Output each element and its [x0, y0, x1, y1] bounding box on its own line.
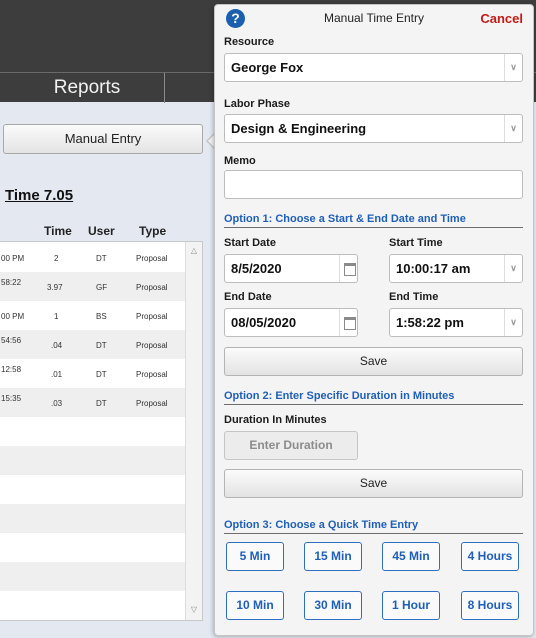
cell-user: DT	[96, 341, 107, 350]
cell-clipped: 00 PM	[1, 312, 25, 321]
total-time-link[interactable]: Time 7.05	[5, 187, 73, 204]
start-date-label: Start Date	[224, 237, 276, 249]
quick-30-min-button[interactable]: 30 Min	[304, 591, 362, 620]
cell-type: Proposal	[136, 399, 168, 408]
chevron-down-icon: ∨	[504, 309, 522, 336]
cell-type: Proposal	[136, 283, 168, 292]
table-row-empty	[0, 504, 185, 533]
column-header-user[interactable]: User	[88, 224, 115, 238]
cell-time: .04	[51, 341, 63, 350]
table-row-empty	[0, 475, 185, 504]
start-date-value: 8/5/2020	[231, 261, 282, 276]
calendar-icon[interactable]	[339, 309, 357, 336]
calendar-icon[interactable]	[339, 255, 357, 282]
labor-phase-select[interactable]: Design & Engineering ∨	[224, 114, 523, 143]
end-time-value: 1:58:22 pm	[396, 315, 464, 330]
end-date-value: 08/05/2020	[231, 315, 297, 330]
resource-select[interactable]: George Fox ∨	[224, 53, 523, 82]
grid-scrollbar[interactable]: △ ▽	[185, 242, 202, 620]
table-row-empty	[0, 417, 185, 446]
quick-15-min-button[interactable]: 15 Min	[304, 542, 362, 571]
tab-reports[interactable]: Reports	[0, 73, 165, 103]
start-time-value: 10:00:17 am	[396, 261, 471, 276]
cell-type: Proposal	[136, 341, 168, 350]
end-time-select[interactable]: 1:58:22 pm ∨	[389, 308, 523, 337]
cell-time: 3.97	[47, 283, 63, 292]
cancel-button[interactable]: Cancel	[480, 11, 523, 26]
labor-phase-label: Labor Phase	[224, 98, 291, 110]
memo-label: Memo	[224, 155, 256, 167]
memo-input[interactable]	[224, 170, 523, 199]
cell-clipped: 58:22	[1, 278, 22, 287]
table-row[interactable]: 15:35 .03 DT Proposal	[0, 388, 185, 417]
duration-label: Duration In Minutes	[224, 414, 327, 426]
time-entries-grid: 00 PM 2 DT Proposal 58:22 3.97 GF Propos…	[0, 241, 203, 621]
labor-phase-value: Design & Engineering	[231, 121, 367, 136]
cell-type: Proposal	[136, 254, 168, 263]
table-row-empty	[0, 533, 185, 562]
option3-heading: Option 3: Choose a Quick Time Entry	[224, 519, 523, 534]
table-row[interactable]: 58:22 3.97 GF Proposal	[0, 272, 185, 301]
column-header-type[interactable]: Type	[139, 224, 166, 238]
cell-clipped: 15:35	[1, 394, 22, 403]
cell-clipped: 12:58	[1, 365, 22, 374]
cell-time: 1	[54, 312, 59, 321]
resource-value: George Fox	[231, 60, 304, 75]
end-date-input[interactable]: 08/05/2020	[224, 308, 358, 337]
option2-heading: Option 2: Enter Specific Duration in Min…	[224, 390, 523, 405]
scroll-up-icon[interactable]: △	[188, 245, 200, 257]
table-row[interactable]: 12:58 .01 DT Proposal	[0, 359, 185, 388]
cell-time: 2	[54, 254, 59, 263]
option1-heading: Option 1: Choose a Start & End Date and …	[224, 213, 523, 228]
start-time-select[interactable]: 10:00:17 am ∨	[389, 254, 523, 283]
start-time-label: Start Time	[389, 237, 443, 249]
quick-1-hour-button[interactable]: 1 Hour	[382, 591, 440, 620]
table-row-empty	[0, 446, 185, 475]
end-time-label: End Time	[389, 291, 439, 303]
quick-4-hours-button[interactable]: 4 Hours	[461, 542, 519, 571]
quick-45-min-button[interactable]: 45 Min	[382, 542, 440, 571]
quick-10-min-button[interactable]: 10 Min	[226, 591, 284, 620]
cell-type: Proposal	[136, 312, 168, 321]
save-dates-button[interactable]: Save	[224, 347, 523, 376]
table-row[interactable]: 54:56 .04 DT Proposal	[0, 330, 185, 359]
cell-user: BS	[96, 312, 107, 321]
chevron-down-icon: ∨	[504, 255, 522, 282]
cell-clipped: 00 PM	[1, 254, 25, 263]
table-row[interactable]: 00 PM 2 DT Proposal	[0, 243, 185, 272]
table-row[interactable]: 00 PM 1 BS Proposal	[0, 301, 185, 330]
chevron-down-icon: ∨	[504, 54, 522, 81]
cell-user: DT	[96, 254, 107, 263]
start-date-input[interactable]: 8/5/2020	[224, 254, 358, 283]
cell-clipped: 54:56	[1, 336, 22, 345]
help-icon[interactable]: ?	[226, 9, 245, 28]
scroll-down-icon[interactable]: ▽	[188, 604, 200, 616]
enter-duration-button[interactable]: Enter Duration	[224, 431, 358, 460]
end-date-label: End Date	[224, 291, 272, 303]
table-row-empty	[0, 591, 185, 620]
cell-type: Proposal	[136, 370, 168, 379]
cell-time: .03	[51, 399, 63, 408]
cell-user: GF	[96, 283, 108, 292]
column-header-time[interactable]: Time	[44, 224, 72, 238]
quick-8-hours-button[interactable]: 8 Hours	[461, 591, 519, 620]
chevron-down-icon: ∨	[504, 115, 522, 142]
table-row-empty	[0, 562, 185, 591]
cell-user: DT	[96, 370, 107, 379]
cell-time: .01	[51, 370, 63, 379]
quick-5-min-button[interactable]: 5 Min	[226, 542, 284, 571]
resource-label: Resource	[224, 36, 275, 48]
save-duration-button[interactable]: Save	[224, 469, 523, 498]
cell-user: DT	[96, 399, 107, 408]
manual-entry-button[interactable]: Manual Entry	[3, 124, 203, 154]
manual-time-entry-panel: Manual Time Entry ? Cancel Resource Geor…	[214, 4, 534, 636]
